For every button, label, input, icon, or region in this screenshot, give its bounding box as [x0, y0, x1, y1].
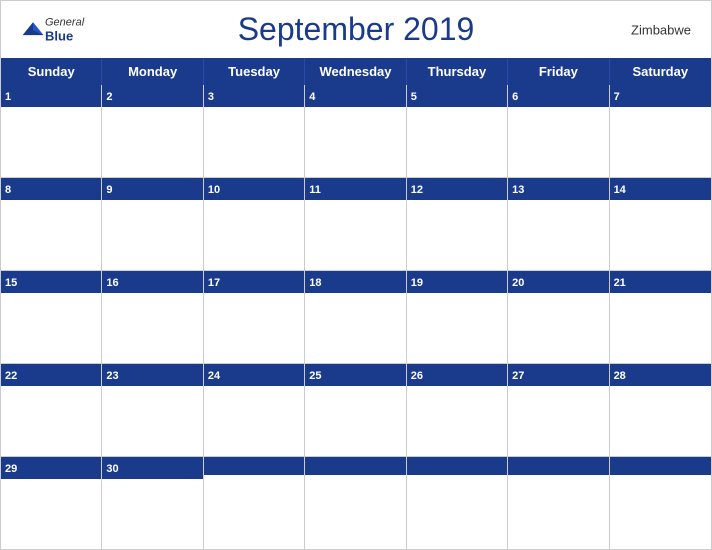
cell-4: 4: [305, 85, 406, 177]
cell-empty-5: [610, 457, 711, 549]
week-5: 29 30: [1, 457, 711, 549]
cell-21: 21: [610, 271, 711, 363]
cell-27: 27: [508, 364, 609, 456]
cell-18: 18: [305, 271, 406, 363]
calendar-container: General Blue September 2019 Zimbabwe Sun…: [0, 0, 712, 550]
logo-icon: [21, 21, 45, 39]
cell-29: 29: [1, 457, 102, 549]
cell-14: 14: [610, 178, 711, 270]
cell-26: 26: [407, 364, 508, 456]
cell-25: 25: [305, 364, 406, 456]
day-sunday: Sunday: [1, 58, 102, 85]
cell-5: 5: [407, 85, 508, 177]
logo-area: General Blue: [21, 16, 84, 43]
cell-10: 10: [204, 178, 305, 270]
month-title: September 2019: [238, 11, 475, 48]
week-3: 15 16 17 18 19 20 21: [1, 271, 711, 364]
cell-1: 1: [1, 85, 102, 177]
week-4: 22 23 24 25 26 27 28: [1, 364, 711, 457]
cell-6: 6: [508, 85, 609, 177]
cell-7: 7: [610, 85, 711, 177]
day-thursday: Thursday: [407, 58, 508, 85]
cell-empty-1: [204, 457, 305, 549]
cell-13: 13: [508, 178, 609, 270]
day-saturday: Saturday: [610, 58, 711, 85]
cell-9: 9: [102, 178, 203, 270]
week-1: 1 2 3 4 5 6 7: [1, 85, 711, 178]
cell-22: 22: [1, 364, 102, 456]
cell-11: 11: [305, 178, 406, 270]
cell-8: 8: [1, 178, 102, 270]
calendar-header: General Blue September 2019 Zimbabwe: [1, 1, 711, 58]
week-2: 8 9 10 11 12 13 14: [1, 178, 711, 271]
days-header: Sunday Monday Tuesday Wednesday Thursday…: [1, 58, 711, 85]
cell-empty-4: [508, 457, 609, 549]
cell-24: 24: [204, 364, 305, 456]
cell-30: 30: [102, 457, 203, 549]
cell-2: 2: [102, 85, 203, 177]
cell-empty-2: [305, 457, 406, 549]
cell-empty-3: [407, 457, 508, 549]
cell-3: 3: [204, 85, 305, 177]
cell-28: 28: [610, 364, 711, 456]
cell-15: 15: [1, 271, 102, 363]
calendar-grid: 1 2 3 4 5 6 7 8 9 10 11 12 13 14 15 16 1…: [1, 85, 711, 549]
cell-12: 12: [407, 178, 508, 270]
logo-general: General: [45, 16, 84, 28]
day-tuesday: Tuesday: [204, 58, 305, 85]
day-wednesday: Wednesday: [305, 58, 406, 85]
cell-19: 19: [407, 271, 508, 363]
cell-17: 17: [204, 271, 305, 363]
country-label: Zimbabwe: [631, 22, 691, 37]
day-monday: Monday: [102, 58, 203, 85]
cell-16: 16: [102, 271, 203, 363]
cell-20: 20: [508, 271, 609, 363]
cell-23: 23: [102, 364, 203, 456]
logo-blue: Blue: [45, 28, 73, 43]
day-friday: Friday: [508, 58, 609, 85]
